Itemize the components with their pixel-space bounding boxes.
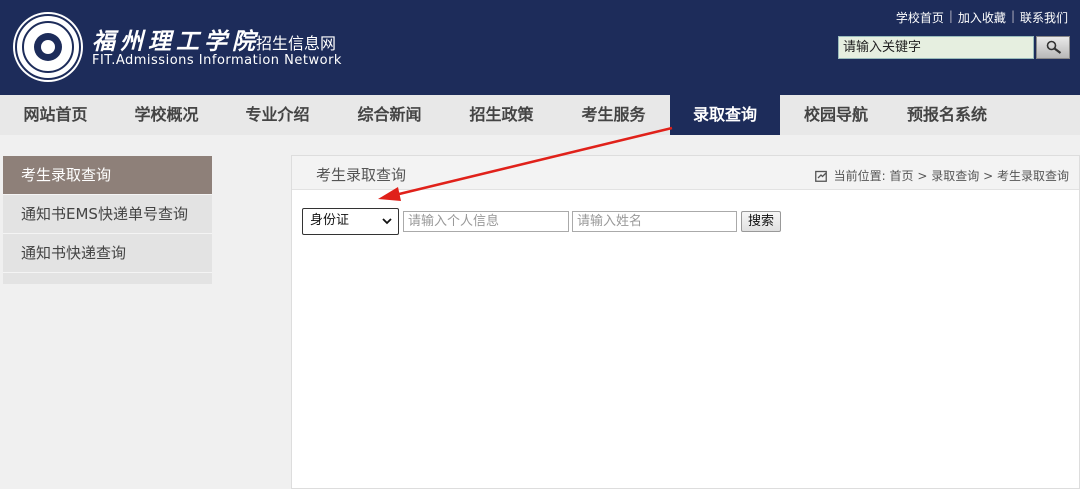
sidebar-item-admission-query[interactable]: 考生录取查询: [3, 156, 212, 195]
nav-admission-query[interactable]: 录取查询: [670, 95, 780, 135]
breadcrumb-separator: >: [917, 168, 928, 183]
breadcrumb-admission[interactable]: 录取查询: [931, 167, 979, 184]
nav-services[interactable]: 考生服务: [557, 95, 670, 135]
school-name: 福州理工学院: [92, 28, 260, 55]
nav-majors[interactable]: 专业介绍: [222, 95, 333, 135]
nav-campus-guide[interactable]: 校园导航: [780, 95, 892, 135]
content-panel: 考生录取查询 当前位置: 首页 > 录取查询 > 考生录取查询 身份证 请输入个…: [291, 155, 1080, 489]
nav-policy[interactable]: 招生政策: [446, 95, 557, 135]
top-links: 学校首页 | 加入收藏 | 联系我们: [896, 9, 1068, 26]
search-button[interactable]: 搜索: [741, 211, 782, 232]
sidebar: 考生录取查询 通知书EMS快递单号查询 通知书快递查询: [3, 156, 212, 284]
site-search-input[interactable]: 请输入关键字: [838, 36, 1034, 59]
panel-header: 考生录取查询 当前位置: 首页 > 录取查询 > 考生录取查询: [292, 156, 1079, 190]
bookmark-link[interactable]: 加入收藏: [958, 9, 1006, 26]
school-seal-logo[interactable]: [15, 14, 81, 80]
page-title: 考生录取查询: [316, 166, 407, 184]
sidebar-item-express-tracking[interactable]: 通知书快递查询: [3, 234, 212, 273]
nav-home[interactable]: 网站首页: [0, 95, 111, 135]
search-icon: [1046, 40, 1062, 54]
location-icon: [814, 170, 827, 182]
breadcrumb-prefix: 当前位置:: [833, 169, 886, 183]
english-site-name: FIT.Admissions Information Network: [92, 53, 342, 68]
personal-info-input[interactable]: 请输入个人信息: [403, 211, 569, 232]
id-type-select[interactable]: 身份证: [302, 208, 399, 235]
nav-about[interactable]: 学校概况: [111, 95, 222, 135]
home-link[interactable]: 学校首页: [896, 9, 944, 26]
breadcrumb: 当前位置: 首页 > 录取查询 > 考生录取查询: [814, 167, 1069, 184]
breadcrumb-home[interactable]: 首页: [890, 167, 914, 184]
breadcrumb-separator: >: [983, 168, 994, 183]
link-separator: |: [948, 9, 953, 23]
sidebar-item-ems-tracking[interactable]: 通知书EMS快递单号查询: [3, 195, 212, 234]
id-type-value: 身份证: [310, 213, 350, 228]
name-input[interactable]: 请输入姓名: [572, 211, 737, 232]
main-nav: 网站首页 学校概况 专业介绍 综合新闻 招生政策 考生服务 录取查询 校园导航 …: [0, 95, 1080, 135]
query-form: 身份证 请输入个人信息 请输入姓名 搜索: [302, 208, 782, 235]
nav-news[interactable]: 综合新闻: [333, 95, 446, 135]
site-search-button[interactable]: [1036, 36, 1070, 59]
nav-pre-registration[interactable]: 预报名系统: [892, 95, 1002, 135]
breadcrumb-current: 考生录取查询: [996, 169, 1069, 183]
contact-link[interactable]: 联系我们: [1020, 9, 1068, 26]
site-name: 招生信息网: [256, 34, 337, 53]
chevron-down-icon: [382, 218, 392, 225]
site-header: 福州理工学院 招生信息网 FIT.Admissions Information …: [0, 0, 1080, 95]
link-separator: |: [1010, 9, 1015, 23]
